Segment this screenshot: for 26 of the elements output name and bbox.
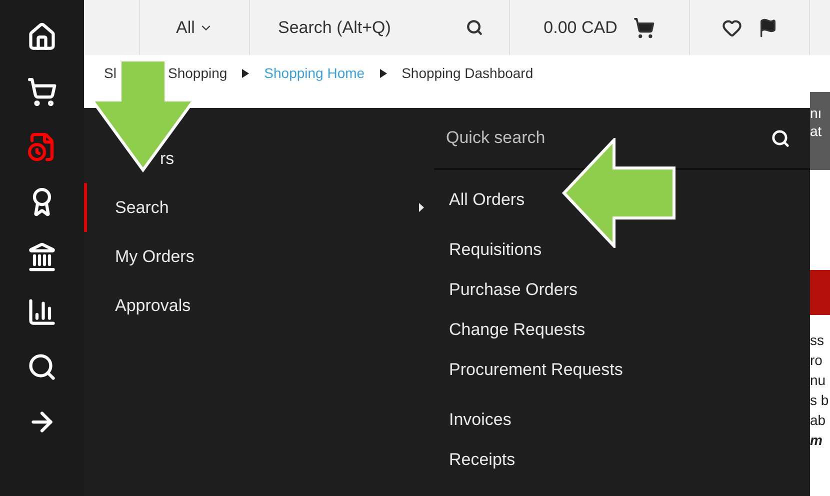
menu-item[interactable]: Procurement Requests (449, 350, 810, 390)
body-text: s b (810, 391, 830, 410)
menu-item[interactable]: Change Requests (449, 310, 810, 350)
body-text: nu (810, 371, 827, 390)
quick-search-field[interactable]: Quick search (446, 125, 667, 151)
body-text: ro (810, 351, 824, 370)
menu-item[interactable]: Purchase Orders (449, 270, 810, 310)
menu-category[interactable]: My Orders (84, 232, 434, 281)
header-text: nı (810, 104, 823, 122)
breadcrumb-item: Shopping Dashboard (402, 64, 534, 83)
body-text: ab (810, 411, 827, 430)
breadcrumb-item: Sl (104, 64, 118, 83)
body-text: m (810, 431, 824, 450)
menu-item[interactable]: All Orders (449, 180, 810, 220)
menu-category[interactable]: rs (84, 134, 434, 183)
menu-item[interactable]: Receipts (449, 440, 810, 480)
menu-category[interactable]: Approvals (84, 281, 434, 330)
search-field[interactable]: Search (Alt+Q) (278, 14, 448, 40)
menu-item[interactable]: Invoices (449, 390, 810, 440)
breadcrumb-item: Shopping (168, 64, 228, 83)
menu-category[interactable]: Search (84, 183, 434, 232)
body-text: ss (810, 331, 825, 350)
scope-dropdown[interactable]: All (140, 0, 250, 55)
menu-item[interactable]: Requisitions (449, 220, 810, 270)
cart-total: 0.00 CAD (544, 16, 618, 39)
header-text: at (810, 122, 823, 140)
